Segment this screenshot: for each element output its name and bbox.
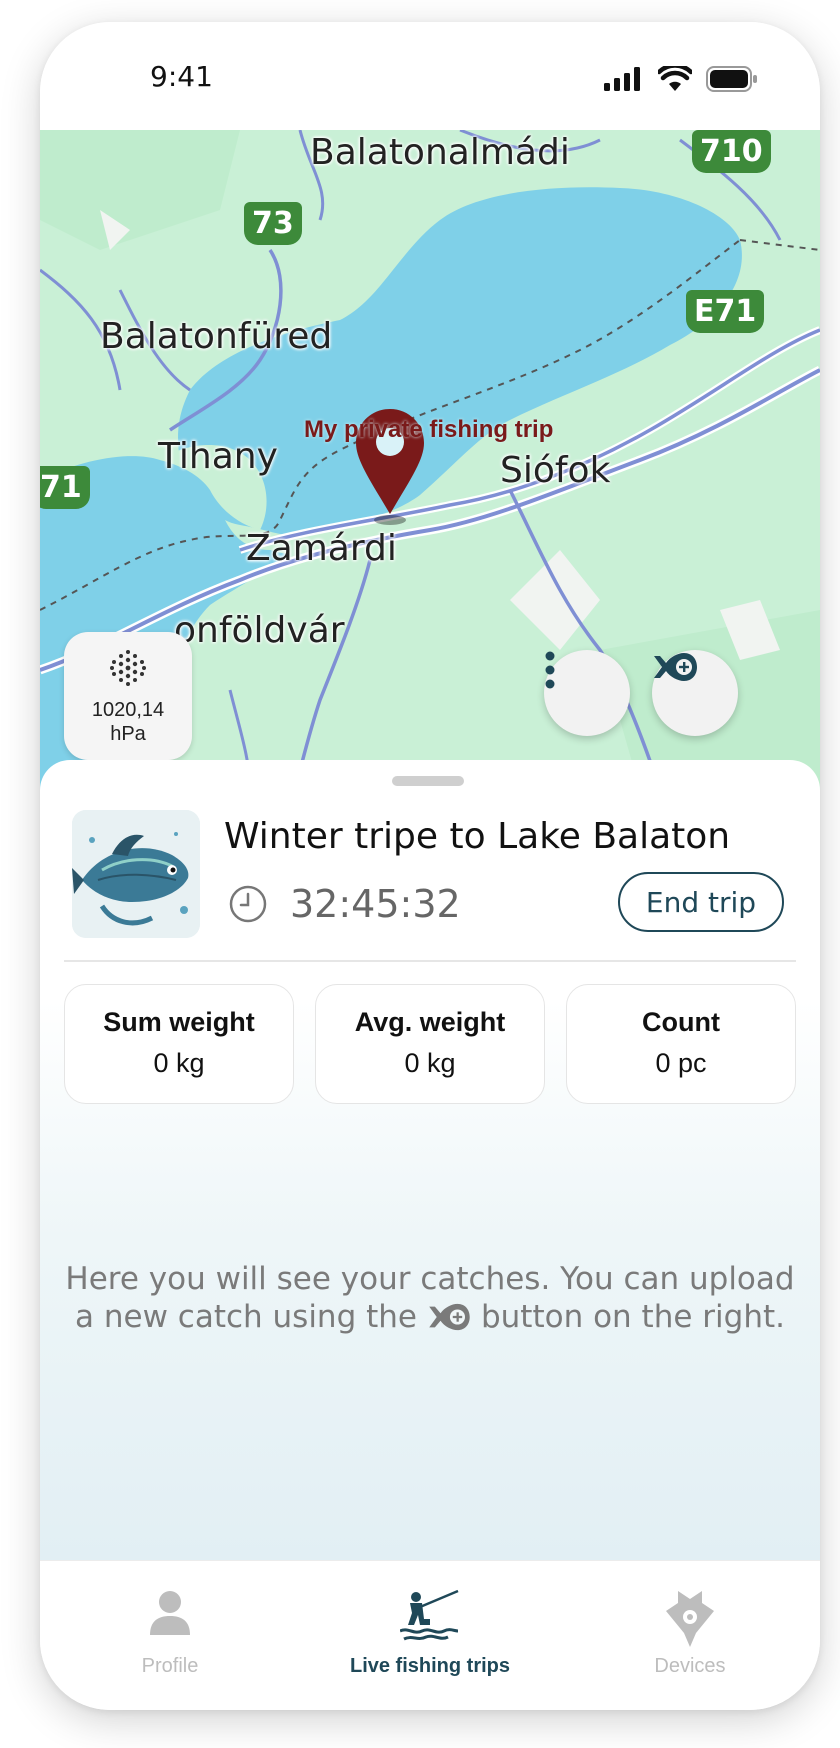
map-label-balatonfoldvar: onföldvár — [174, 610, 345, 651]
tab-label: Profile — [141, 1655, 199, 1677]
pressure-chip[interactable]: 1020,14 hPa — [64, 632, 192, 760]
tab-label: Devices — [654, 1655, 726, 1677]
map-view[interactable]: Balatonalmádi Balatonfüred Tihany Siófok… — [40, 130, 820, 790]
stat-label: Count — [642, 1007, 720, 1037]
route-shield-73: 73 — [244, 202, 302, 245]
stat-card-count: Count 0 pc — [566, 984, 796, 1104]
status-icons — [604, 66, 758, 92]
status-time: 9:41 — [150, 60, 213, 93]
stat-value: 0 pc — [655, 1048, 707, 1078]
trip-sheet: Winter tripe to Lake Balaton 32:45:32 En… — [40, 760, 820, 1560]
tab-live-fishing-trips[interactable]: Live fishing trips — [310, 1561, 550, 1710]
pressure-icon — [110, 650, 146, 686]
empty-message-after-icon: button on the right. — [480, 1299, 785, 1335]
stat-label: Avg. weight — [354, 1007, 506, 1037]
empty-message-line1: Here you will see your catches. You can … — [65, 1261, 795, 1297]
battery-icon — [706, 66, 757, 92]
pressure-unit: hPa — [110, 723, 146, 745]
end-trip-button[interactable]: End trip — [618, 872, 784, 932]
pressure-value-block: 1020,14 hPa — [64, 698, 192, 746]
wifi-icon — [658, 66, 692, 91]
sheet-drag-handle[interactable] — [392, 776, 464, 786]
fish-add-icon — [427, 1301, 471, 1342]
stat-card-avg-weight: Avg. weight 0 kg — [315, 984, 545, 1104]
map-label-siofok: Siófok — [500, 450, 611, 491]
clock-icon — [229, 885, 267, 923]
stat-value: 0 kg — [404, 1048, 456, 1078]
tab-devices[interactable]: Devices — [570, 1561, 810, 1710]
sheet-divider — [64, 960, 796, 962]
empty-message-line2: a new catch using the button on the righ… — [60, 1298, 800, 1342]
route-shield-710: 710 — [692, 130, 771, 173]
stat-label: Sum weight — [103, 1007, 255, 1037]
trip-pin-label: My private fishing trip — [304, 416, 554, 443]
route-shield-71: 71 — [40, 466, 90, 509]
map-label-balatonfured: Balatonfüred — [100, 316, 333, 357]
tab-profile[interactable]: Profile — [50, 1561, 290, 1710]
tab-label: Live fishing trips — [349, 1655, 511, 1677]
signal-icon — [604, 67, 640, 91]
map-label-zamardi: Zamárdi — [246, 528, 397, 569]
trip-elapsed-time: 32:45:32 — [290, 882, 461, 926]
empty-message-before-icon: a new catch using the — [75, 1299, 417, 1335]
fish-artwork-icon — [72, 810, 200, 938]
trip-location-pin[interactable] — [354, 406, 426, 518]
map-label-balatonalmadi: Balatonalmádi — [310, 132, 570, 173]
bottom-tab-bar: Profile Live fishing trips Devices — [40, 1560, 820, 1710]
more-options-button[interactable] — [544, 650, 630, 736]
angler-icon — [400, 1589, 459, 1641]
map-label-tihany: Tihany — [158, 436, 278, 477]
trip-thumbnail — [72, 810, 200, 938]
person-icon — [150, 1591, 190, 1635]
stat-card-sum-weight: Sum weight 0 kg — [64, 984, 294, 1104]
pressure-value: 1020,14 — [91, 699, 165, 721]
empty-catches-message: Here you will see your catches. You can … — [60, 1260, 800, 1342]
stat-value: 0 kg — [153, 1048, 205, 1078]
status-bar: 9:41 — [40, 22, 820, 130]
phone-frame: 9:41 Balatonalmádi Balatonfüred Tihany S… — [40, 22, 820, 1710]
add-catch-button[interactable] — [652, 650, 738, 736]
fish-add-icon — [654, 653, 697, 681]
trip-title: Winter tripe to Lake Balaton — [224, 816, 731, 857]
device-icon — [666, 1591, 714, 1647]
more-vertical-icon — [545, 651, 555, 689]
route-shield-e71: E71 — [686, 290, 765, 333]
